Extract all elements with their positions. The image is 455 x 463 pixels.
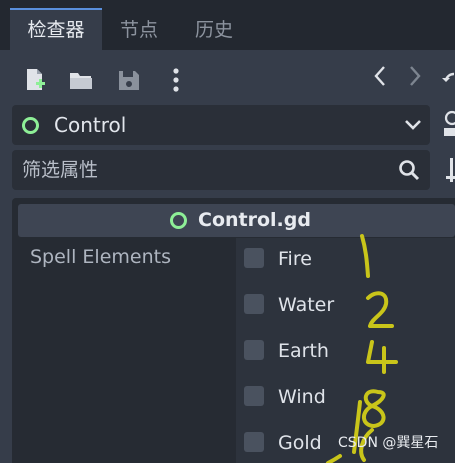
node-selector-value: Control bbox=[54, 113, 127, 137]
filter-properties bbox=[12, 150, 430, 190]
tab-inspector[interactable]: 检查器 bbox=[10, 8, 102, 52]
checkbox[interactable] bbox=[244, 248, 264, 268]
tab-history[interactable]: 历史 bbox=[181, 10, 247, 50]
flag-row-wind[interactable]: Wind bbox=[236, 378, 455, 424]
documentation-icon[interactable] bbox=[440, 108, 455, 142]
flag-row-water[interactable]: Water bbox=[236, 286, 455, 332]
tab-bar: 检查器 节点 历史 bbox=[0, 0, 455, 52]
flags-editor: Fire Water Earth Wind Gold bbox=[236, 238, 455, 463]
open-folder-icon[interactable] bbox=[69, 68, 93, 92]
inspector-toolbar bbox=[0, 50, 455, 98]
flag-label: Fire bbox=[278, 248, 312, 270]
flag-label: Earth bbox=[278, 340, 329, 362]
chevron-down-icon bbox=[404, 117, 422, 133]
flag-label: Gold bbox=[278, 432, 322, 454]
search-icon bbox=[398, 159, 420, 181]
flag-row-fire[interactable]: Fire bbox=[236, 240, 455, 286]
inspector-dock: 检查器 节点 历史 Control 筛选属性 Control.gd Spell … bbox=[0, 0, 455, 463]
script-title: Control.gd bbox=[198, 209, 311, 231]
checkbox[interactable] bbox=[244, 340, 264, 360]
history-forward-button[interactable] bbox=[408, 64, 422, 95]
script-node-icon bbox=[170, 212, 187, 229]
history-list-icon[interactable] bbox=[440, 68, 455, 92]
property-label: Spell Elements bbox=[30, 246, 171, 268]
history-back-button[interactable] bbox=[373, 64, 387, 95]
node-selector[interactable]: Control bbox=[12, 105, 430, 145]
control-node-icon bbox=[22, 117, 39, 134]
filter-properties-input[interactable] bbox=[22, 150, 382, 190]
flag-label: Water bbox=[278, 294, 335, 316]
checkbox[interactable] bbox=[244, 386, 264, 406]
new-resource-icon[interactable] bbox=[24, 68, 46, 92]
checkbox[interactable] bbox=[244, 294, 264, 314]
script-section-header[interactable]: Control.gd bbox=[18, 204, 455, 237]
save-icon[interactable] bbox=[118, 68, 140, 92]
watermark: CSDN @巽星石 bbox=[338, 435, 439, 451]
tab-node[interactable]: 节点 bbox=[107, 10, 171, 50]
flag-label: Wind bbox=[278, 386, 326, 408]
flag-row-earth[interactable]: Earth bbox=[236, 332, 455, 378]
checkbox[interactable] bbox=[244, 432, 264, 452]
more-options-icon[interactable] bbox=[168, 68, 184, 92]
property-options-icon[interactable] bbox=[440, 152, 455, 188]
